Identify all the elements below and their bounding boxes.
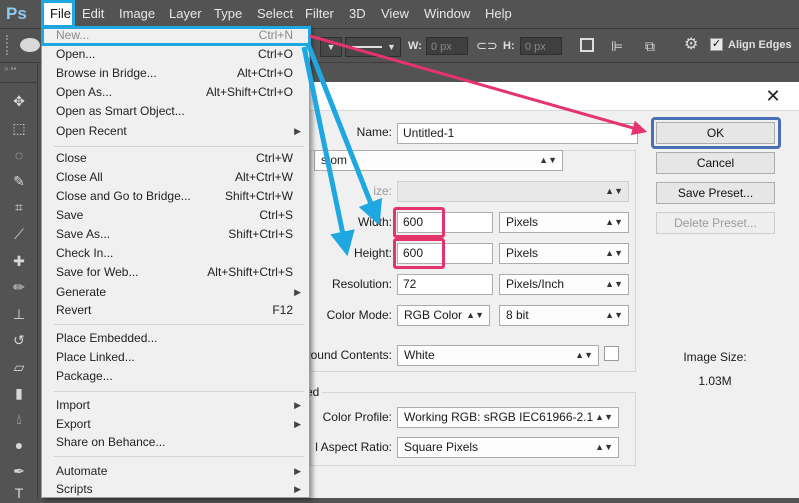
annotation-arrows xyxy=(301,34,648,257)
arrow-to-ok xyxy=(309,34,648,136)
arrow-to-height xyxy=(301,46,355,257)
arrow-to-width xyxy=(305,43,383,226)
